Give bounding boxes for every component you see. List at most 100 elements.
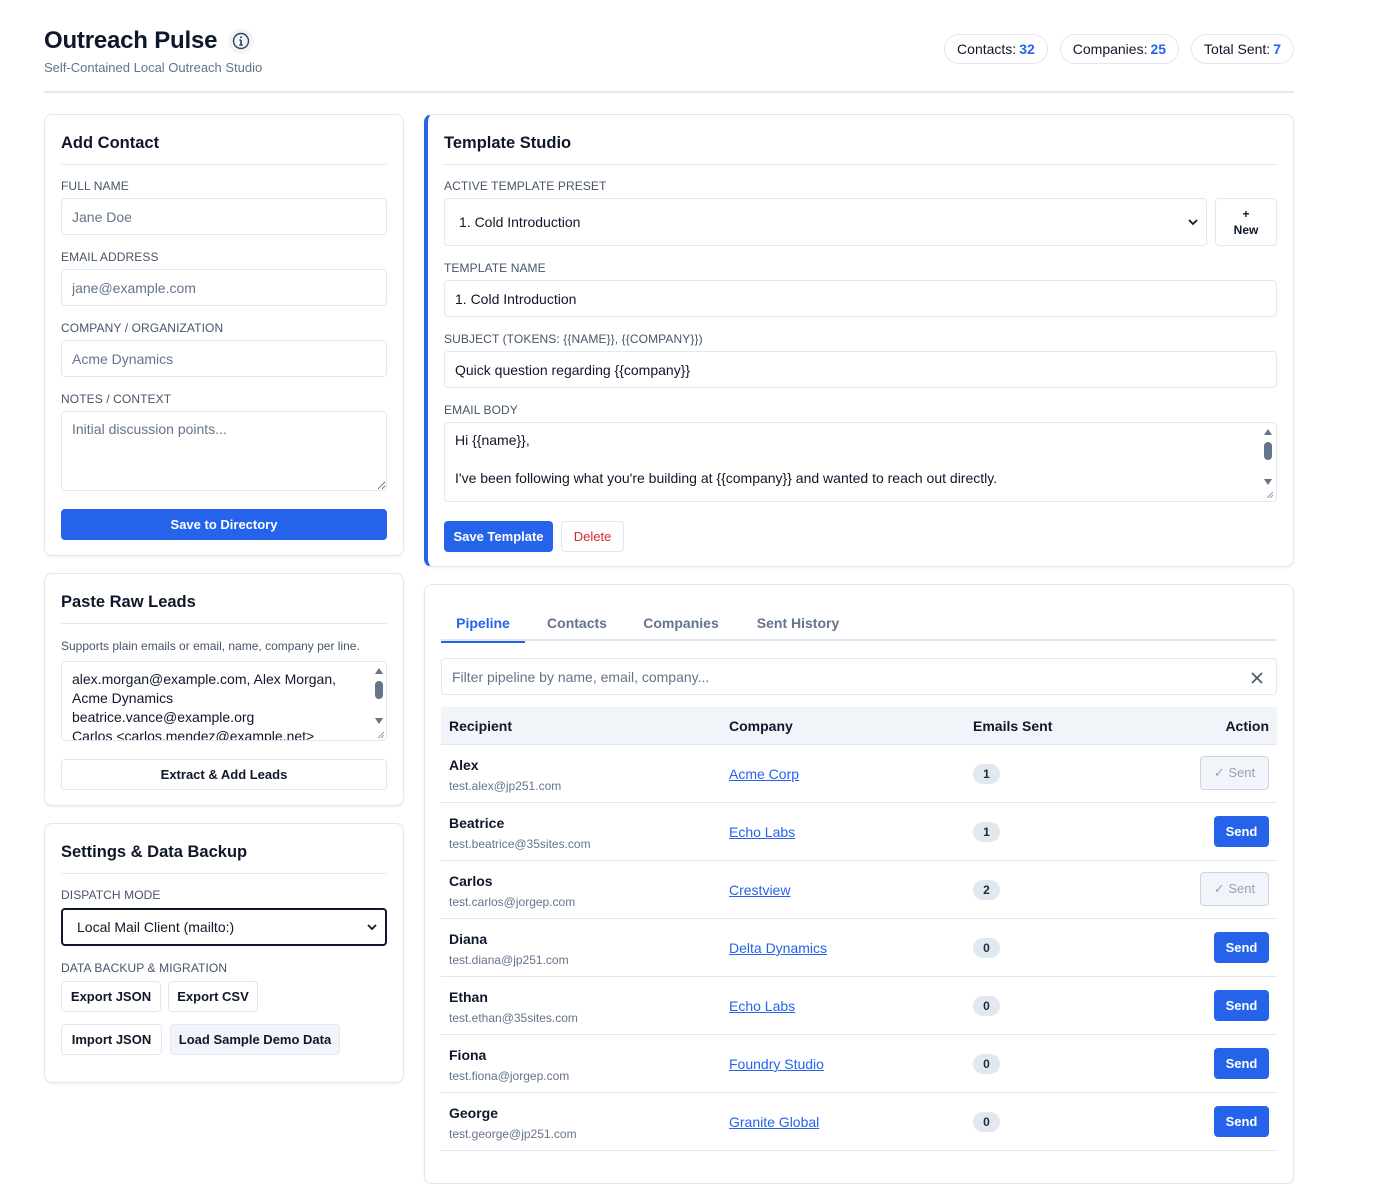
send-button[interactable]: Send: [1214, 1048, 1269, 1079]
new-template-label: New: [1233, 223, 1259, 237]
tab-companies[interactable]: Companies: [629, 605, 733, 641]
tab-pipeline[interactable]: Pipeline: [441, 605, 525, 643]
clear-filter-icon[interactable]: [1251, 672, 1263, 684]
col-emails-sent: Emails Sent: [973, 718, 1053, 734]
resize-grip-icon[interactable]: [377, 731, 385, 739]
stat-label: Companies:: [1072, 41, 1148, 57]
recipient-name: Fiona: [449, 1047, 487, 1063]
table-row: Diana test.diana@jp251.com Delta Dynamics 0…: [441, 919, 1277, 977]
save-template-button[interactable]: Save Template: [444, 521, 553, 552]
card-title: Paste Raw Leads: [61, 593, 387, 624]
subject-input[interactable]: [444, 351, 1277, 388]
emails-sent-badge: 0: [973, 1054, 1000, 1074]
company-input[interactable]: [61, 340, 387, 377]
recipient-name: George: [449, 1105, 499, 1121]
info-icon[interactable]: [228, 28, 255, 54]
stat-value: 7: [1273, 41, 1281, 57]
company-link[interactable]: Granite Global: [729, 1114, 819, 1130]
tab-sent-history[interactable]: Sent History: [741, 605, 855, 641]
tab-contacts[interactable]: Contacts: [533, 605, 621, 641]
save-to-directory-button[interactable]: Save to Directory: [61, 509, 387, 540]
email-input[interactable]: [61, 269, 387, 306]
new-template-button[interactable]: + New: [1215, 198, 1277, 246]
emails-sent-badge: 2: [973, 880, 1000, 900]
col-company: Company: [729, 718, 793, 734]
stat-total-sent: Total Sent: 7: [1191, 34, 1294, 64]
chevron-down-icon: [367, 924, 377, 931]
load-demo-data-button[interactable]: Load Sample Demo Data: [170, 1024, 340, 1055]
raw-leads-hint: Supports plain emails or email, name, co…: [61, 639, 360, 653]
chevron-down-icon: [1188, 219, 1198, 226]
send-button[interactable]: Send: [1214, 816, 1269, 847]
stat-companies: Companies: 25: [1059, 34, 1180, 64]
preset-value: 1. Cold Introduction: [459, 214, 581, 230]
company-link[interactable]: Echo Labs: [729, 824, 795, 840]
send-button[interactable]: Send: [1214, 1106, 1269, 1137]
card-title: Settings & Data Backup: [61, 843, 387, 874]
email-body-scrollbar[interactable]: [1262, 425, 1274, 499]
notes-label: NOTES / CONTEXT: [61, 392, 172, 406]
subject-label: SUBJECT (TOKENS: {{NAME}}, {{COMPANY}}): [444, 332, 703, 346]
pipeline-card: Pipeline Contacts Companies Sent History…: [424, 584, 1294, 1184]
raw-leads-textarea[interactable]: [61, 661, 387, 741]
stat-value: 25: [1150, 41, 1167, 57]
dispatch-mode-label: DISPATCH MODE: [61, 888, 161, 902]
recipient-name: Diana: [449, 931, 488, 947]
company-link[interactable]: Delta Dynamics: [729, 940, 827, 956]
raw-leads-card: Paste Raw Leads Supports plain emails or…: [44, 573, 404, 806]
app-title: Outreach Pulse: [44, 27, 218, 54]
plus-icon: +: [1242, 207, 1250, 221]
notes-textarea[interactable]: [61, 411, 387, 491]
email-body-label: EMAIL BODY: [444, 403, 518, 417]
full-name-input[interactable]: [61, 198, 387, 235]
sent-status-button: ✓ Sent: [1200, 756, 1269, 790]
company-link[interactable]: Foundry Studio: [729, 1056, 824, 1072]
template-studio-card: Template Studio ACTIVE TEMPLATE PRESET 1…: [424, 114, 1294, 567]
full-name-label: FULL NAME: [61, 179, 129, 193]
table-row: Carlos test.carlos@jorgep.com Crestview 2 ✓ …: [441, 861, 1277, 919]
stats-bar: Contacts: 32 Companies: 25 Total Sent: 7: [944, 34, 1294, 64]
raw-leads-scrollbar[interactable]: [373, 664, 385, 738]
export-csv-button[interactable]: Export CSV: [168, 981, 258, 1012]
dispatch-mode-value: Local Mail Client (mailto:): [77, 919, 235, 935]
stat-value: 32: [1019, 41, 1035, 57]
export-json-button[interactable]: Export JSON: [61, 981, 161, 1012]
recipient-email: test.alex@jp251.com: [449, 779, 562, 793]
resize-grip-icon[interactable]: [1266, 491, 1274, 499]
table-row: George test.george@jp251.com Granite Globa…: [441, 1093, 1277, 1151]
table-row: Alex test.alex@jp251.com Acme Corp 1 ✓ Sent: [441, 745, 1277, 803]
template-name-input[interactable]: [444, 280, 1277, 317]
emails-sent-badge: 0: [973, 938, 1000, 958]
company-link[interactable]: Crestview: [729, 882, 790, 898]
stat-contacts: Contacts: 32: [944, 34, 1048, 64]
add-contact-card: Add Contact FULL NAME EMAIL ADDRESS COMP…: [44, 114, 404, 556]
extract-leads-button[interactable]: Extract & Add Leads: [61, 759, 387, 790]
app-subtitle: Self-Contained Local Outreach Studio: [44, 60, 263, 75]
backup-label: DATA BACKUP & MIGRATION: [61, 961, 228, 975]
pipeline-filter-input[interactable]: [441, 658, 1277, 695]
preset-label: ACTIVE TEMPLATE PRESET: [444, 179, 607, 193]
send-button[interactable]: Send: [1214, 932, 1269, 963]
page-header: Outreach Pulse Self-Contained Local Outr…: [44, 0, 1294, 93]
template-preset-select[interactable]: 1. Cold Introduction: [444, 198, 1207, 246]
import-json-button[interactable]: Import JSON: [61, 1024, 162, 1055]
delete-template-button[interactable]: Delete: [561, 521, 624, 552]
company-link[interactable]: Echo Labs: [729, 998, 795, 1014]
company-label: COMPANY / ORGANIZATION: [61, 321, 224, 335]
dispatch-mode-select[interactable]: Local Mail Client (mailto:): [61, 908, 387, 946]
company-link[interactable]: Acme Corp: [729, 766, 799, 782]
send-button[interactable]: Send: [1214, 990, 1269, 1021]
recipient-name: Beatrice: [449, 815, 505, 831]
recipient-email: test.george@jp251.com: [449, 1127, 577, 1141]
table-row: Ethan test.ethan@35sites.com Echo Labs 0 Sen…: [441, 977, 1277, 1035]
emails-sent-badge: 1: [973, 822, 1000, 842]
col-recipient: Recipient: [449, 718, 513, 734]
emails-sent-badge: 0: [973, 996, 1000, 1016]
emails-sent-badge: 0: [973, 1112, 1000, 1132]
recipient-email: test.carlos@jorgep.com: [449, 895, 576, 909]
email-label: EMAIL ADDRESS: [61, 250, 159, 264]
table-header: Recipient Company Emails Sent Action: [441, 707, 1277, 745]
recipient-name: Ethan: [449, 989, 488, 1005]
email-body-textarea[interactable]: [444, 422, 1277, 502]
template-name-label: TEMPLATE NAME: [444, 261, 546, 275]
